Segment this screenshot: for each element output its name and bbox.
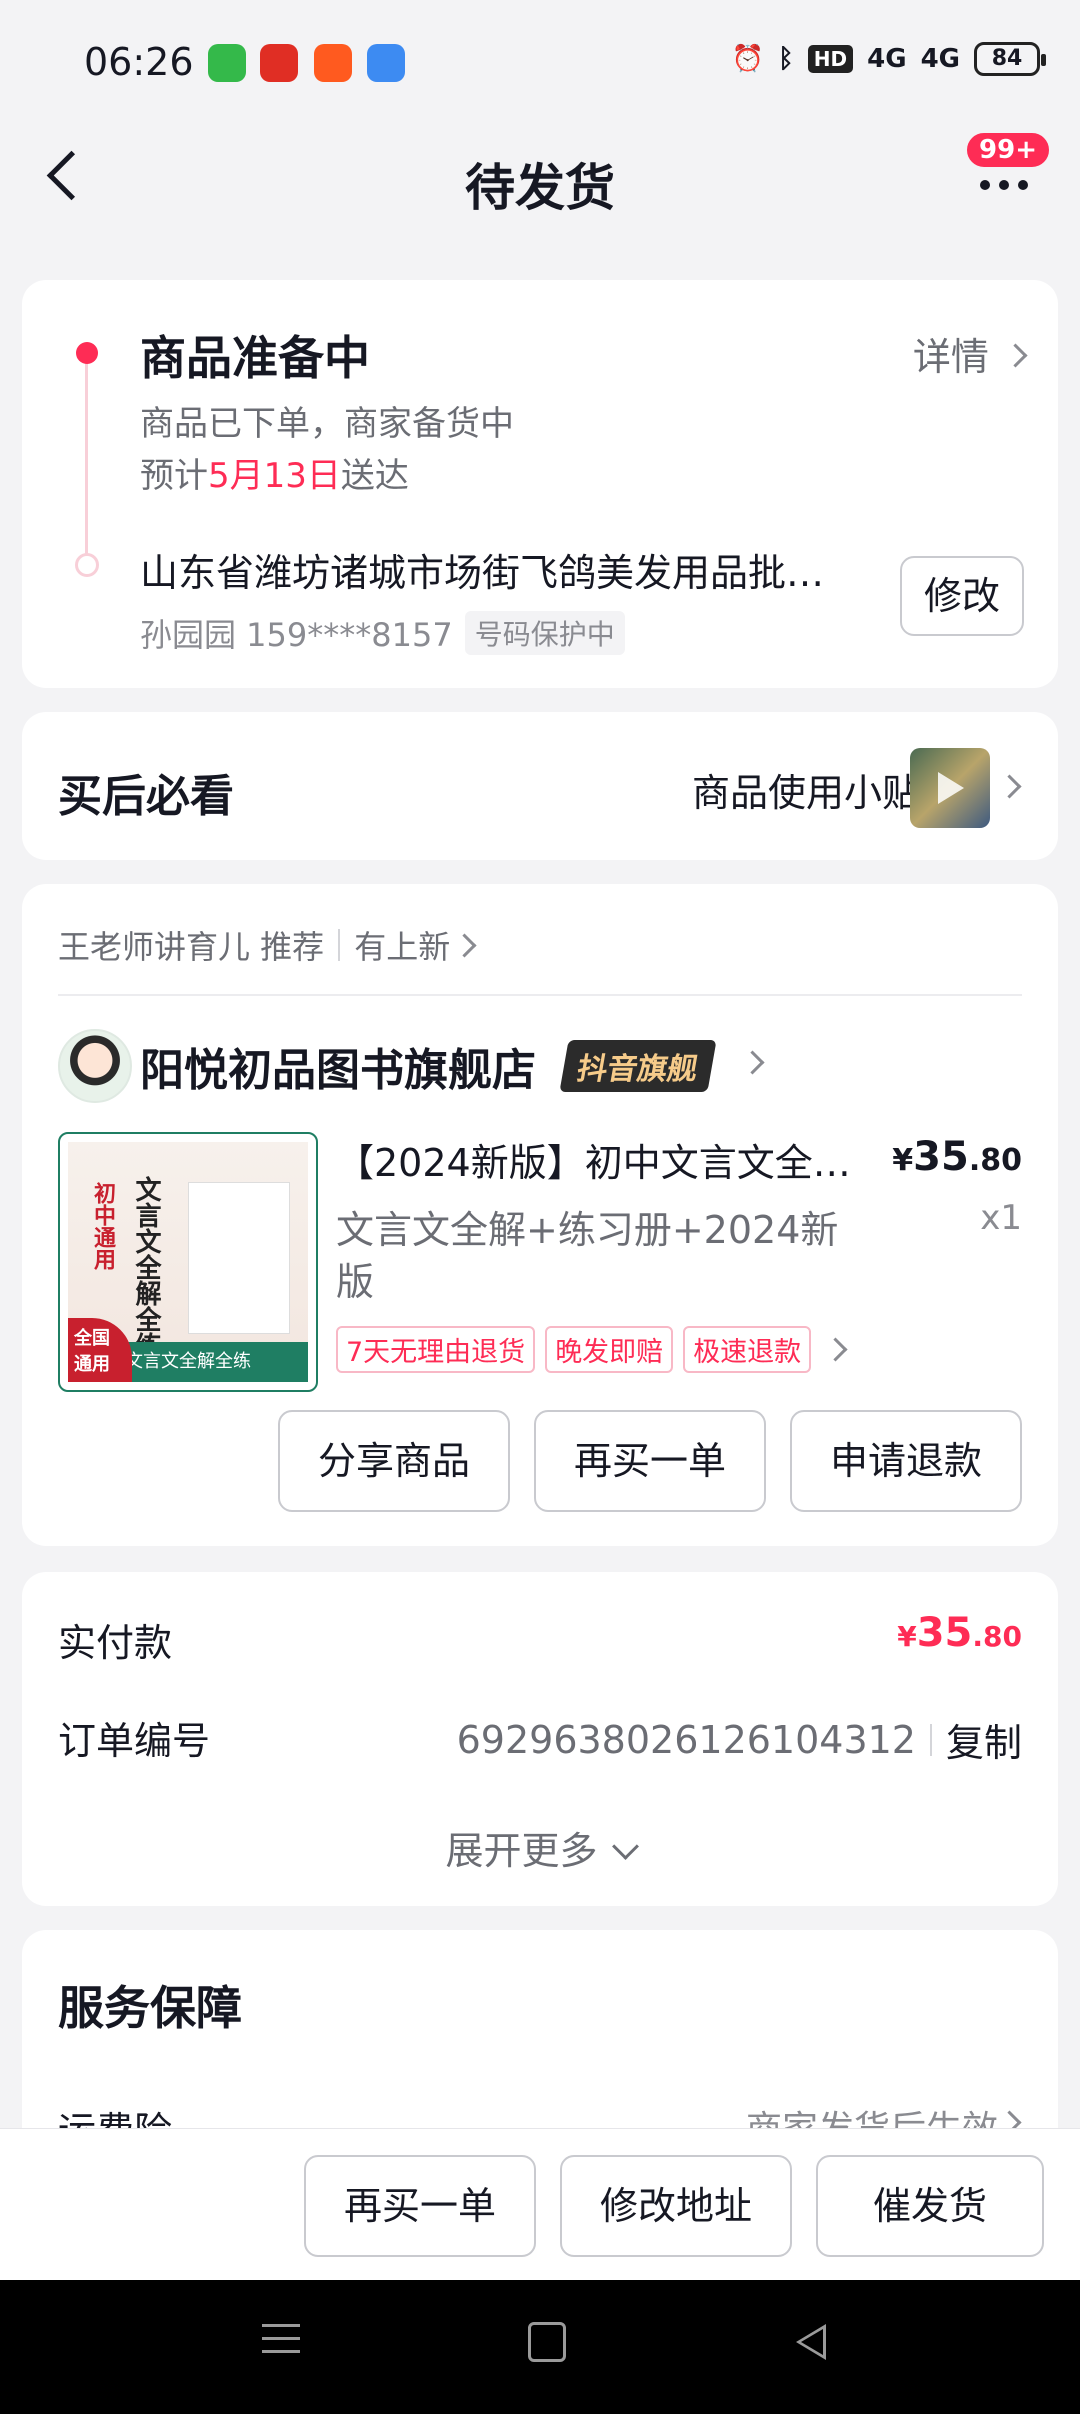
store-flag-badge: 抖音旗舰 [559, 1040, 717, 1092]
tag-fast-refund: 极速退款 [683, 1326, 812, 1373]
paid-label: 实付款 [58, 1621, 173, 1665]
video-thumbnail[interactable] [910, 748, 990, 828]
chevron-right-icon [997, 774, 1022, 799]
signal-icon: 4G [920, 44, 960, 74]
timeline-line [85, 352, 88, 562]
chevron-right-icon [740, 1050, 765, 1075]
delivery-eta: 预计5月13日送达 [140, 448, 409, 497]
product-spec: 文言文全解+练习册+2024新版 [336, 1208, 839, 1304]
bottom-action-bar: 再买一单 修改地址 催发货 [0, 2128, 1080, 2281]
status-indicators: ⏰ ᛒ HD 4G 4G 84 [731, 42, 1046, 76]
recommendation-row[interactable]: 王老师讲育儿 推荐 有上新 [58, 922, 477, 968]
back-triangle-icon[interactable] [796, 2324, 826, 2360]
product-price: ¥35.80 [892, 1134, 1022, 1180]
service-tags[interactable]: 7天无理由退货 晚发即赔 极速退款 [336, 1326, 848, 1373]
must-read-card[interactable]: 买后必看 商品使用小贴士 [22, 712, 1058, 860]
play-icon [938, 772, 964, 804]
modify-address-button[interactable]: 修改 [900, 556, 1024, 636]
detail-link[interactable]: 详情 [912, 326, 1028, 381]
notification-badge: 99+ [964, 130, 1052, 170]
pinduoduo-icon [260, 44, 298, 82]
new-arrivals-label: 有上新 [354, 928, 451, 966]
privacy-tag: 号码保护中 [464, 611, 625, 655]
battery-icon: 84 [974, 42, 1046, 76]
page-title: 待发货 [465, 159, 615, 217]
timeline-dot-active [76, 342, 98, 364]
alarm-icon: ⏰ [731, 44, 765, 74]
shipment-status-title: 商品准备中 [140, 331, 370, 385]
order-item-card: 王老师讲育儿 推荐 有上新 阳悦初品图书旗舰店 抖音旗舰 初中通用 文言文全解全… [22, 884, 1058, 1546]
cover-title: 文言文全解全练 [131, 1176, 161, 1358]
eta-date: 5月13日 [208, 456, 341, 496]
chevron-right-icon [823, 1337, 848, 1362]
more-icon[interactable] [980, 180, 1028, 190]
tag-7day-return: 7天无理由退货 [336, 1326, 536, 1373]
signal-icon: 4G [867, 44, 907, 74]
store-name[interactable]: 阳悦初品图书旗舰店 [140, 1034, 536, 1098]
order-number: 6929638026126104312 [456, 1717, 916, 1762]
payment-card: 实付款 ¥35.80 订单编号 6929638026126104312 复制 展… [22, 1572, 1058, 1906]
recommender-label: 王老师讲育儿 推荐 [58, 928, 325, 966]
product-name[interactable]: 【2024新版】初中文言文全解全练 [336, 1132, 876, 1187]
order-number-label: 订单编号 [58, 1719, 211, 1763]
store-avatar[interactable] [58, 1029, 132, 1103]
expand-more-label: 展开更多 [445, 1829, 598, 1873]
timeline-dot [75, 553, 99, 577]
bottom-rebuy-button[interactable]: 再买一单 [304, 2155, 536, 2257]
xiaohongshu-icon [314, 44, 352, 82]
status-bar: 06:26 ⏰ ᛒ HD 4G 4G 84 [0, 0, 1080, 130]
cover-corner: 全国通用 [68, 1318, 132, 1382]
order-number-row: 6929638026126104312 复制 [457, 1712, 1022, 1767]
shipping-address: 山东省潍坊诸城市场街飞鸽美发用品批… [140, 551, 825, 595]
product-quantity: x1 [980, 1198, 1022, 1238]
shipment-status-sub: 商品已下单，商家备货中 [140, 404, 514, 444]
paid-amount: ¥35.80 [897, 1610, 1022, 1656]
chevron-down-icon [611, 1833, 639, 1860]
product-cover-image[interactable]: 初中通用 文言文全解全练 文言文全解全练 全国通用 [58, 1132, 318, 1392]
change-address-button[interactable]: 修改地址 [560, 2155, 792, 2257]
urge-shipping-button[interactable]: 催发货 [816, 2155, 1044, 2257]
cover-grade: 初中通用 [90, 1182, 115, 1270]
chevron-right-icon [452, 932, 477, 958]
eta-prefix: 预计 [140, 456, 208, 496]
menu-icon[interactable] [262, 2324, 300, 2363]
must-read-title: 买后必看 [58, 771, 234, 822]
share-product-button[interactable]: 分享商品 [278, 1410, 510, 1512]
cloud-icon [367, 44, 405, 82]
nav-bar: 待发货 99+ [0, 130, 1080, 240]
rebuy-button[interactable]: 再买一单 [534, 1410, 766, 1512]
tag-late-compensation: 晚发即赔 [545, 1326, 674, 1373]
detail-label: 详情 [912, 335, 989, 379]
service-title: 服务保障 [58, 1981, 242, 2035]
system-navigation-bar [0, 2280, 1080, 2414]
expand-more-button[interactable]: 展开更多 [22, 1820, 1058, 1875]
divider [58, 994, 1022, 996]
bluetooth-icon: ᛒ [778, 44, 794, 74]
contact-name-phone: 孙园园 159****8157 [140, 616, 453, 654]
eta-suffix: 送达 [340, 456, 409, 496]
hd-icon: HD [807, 45, 854, 73]
home-icon[interactable] [528, 2322, 566, 2362]
shipment-card: 商品准备中 详情 商品已下单，商家备货中 预计5月13日送达 山东省潍坊诸城市场… [22, 280, 1058, 688]
copy-button[interactable]: 复制 [946, 1712, 1022, 1767]
message-app-icon [208, 44, 246, 82]
status-time: 06:26 [84, 40, 194, 84]
chevron-right-icon [1003, 343, 1028, 368]
contact-info: 孙园园 159****8157 号码保护中 [140, 610, 625, 656]
request-refund-button[interactable]: 申请退款 [790, 1410, 1022, 1512]
